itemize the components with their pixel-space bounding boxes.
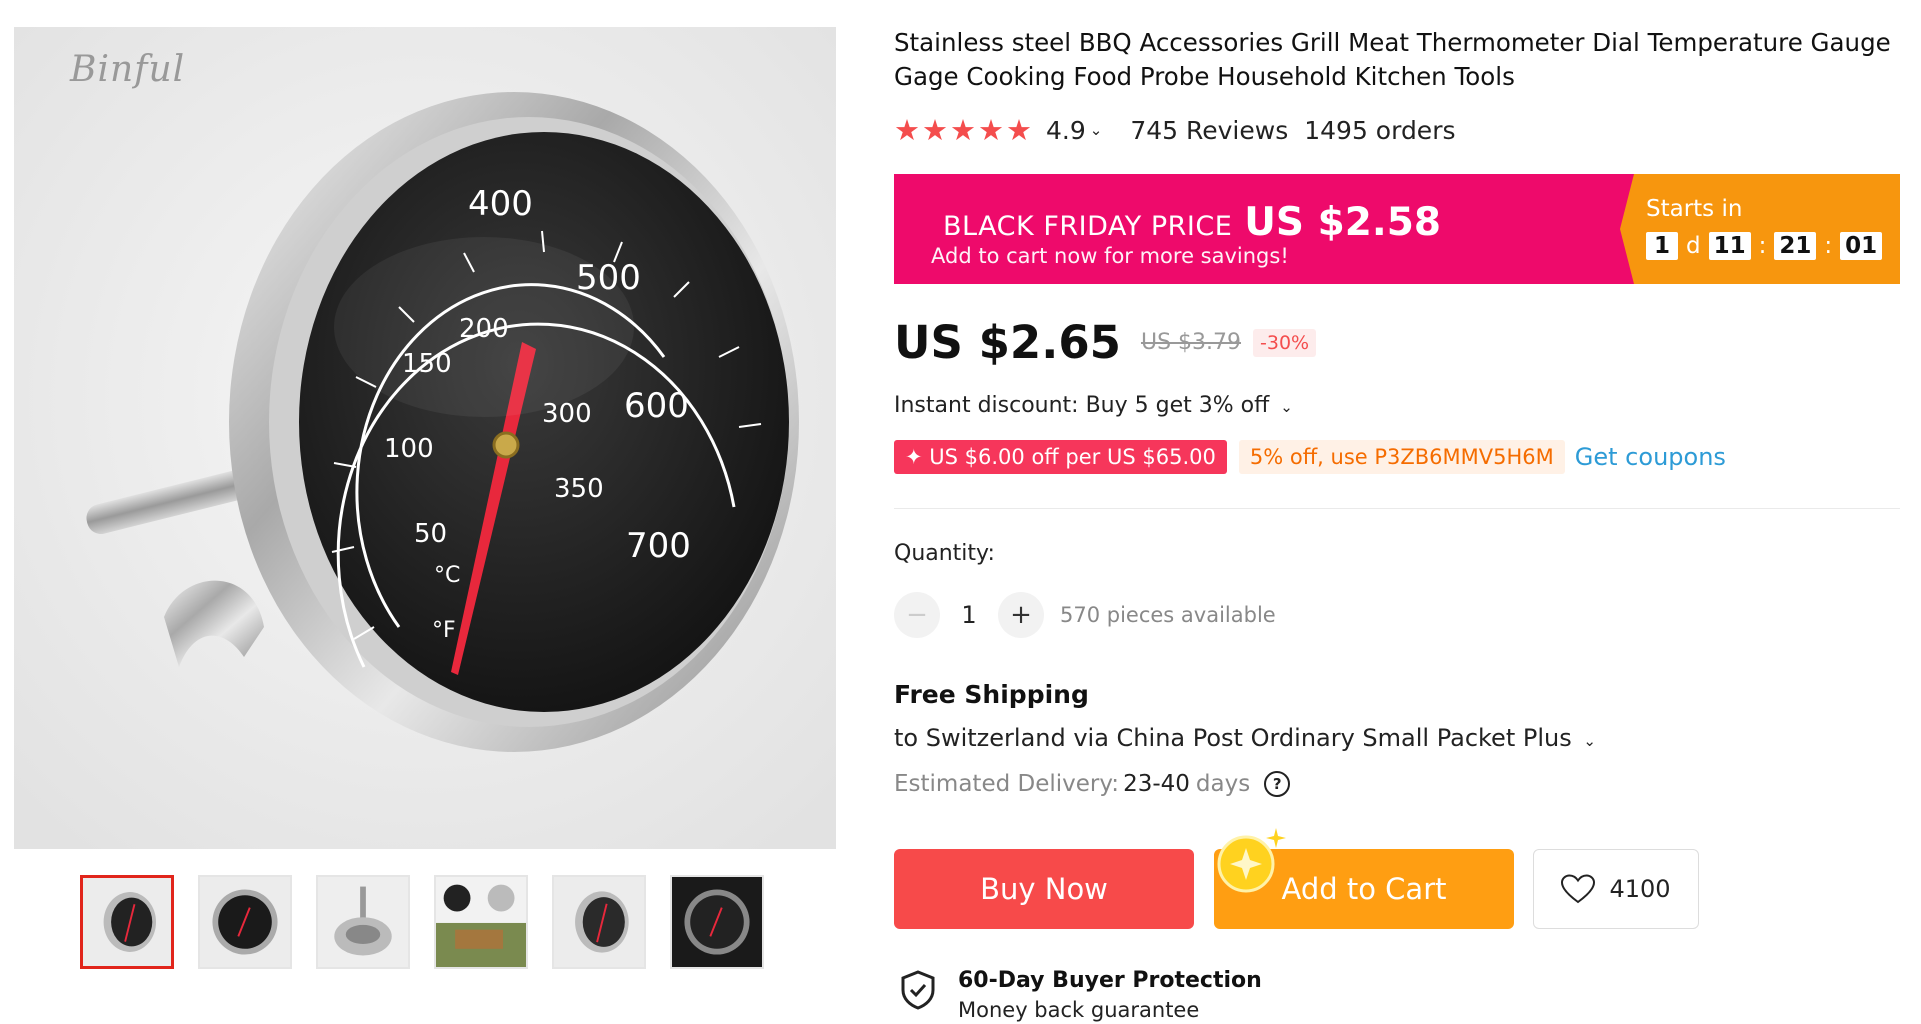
buy-now-button[interactable]: Buy Now bbox=[894, 849, 1194, 929]
quantity-decrease-button[interactable]: − bbox=[894, 592, 940, 638]
delivery-range: 23-40 bbox=[1123, 771, 1190, 797]
chevron-down-icon[interactable]: ⌄ bbox=[1090, 121, 1103, 139]
instant-discount-text: Instant discount: Buy 5 get 3% off bbox=[894, 393, 1270, 418]
current-price: US $2.65 bbox=[894, 316, 1121, 369]
svg-text:400: 400 bbox=[468, 184, 533, 224]
countdown-seconds: 01 bbox=[1840, 232, 1883, 260]
estimated-delivery: Estimated Delivery: 23-40 days ? bbox=[894, 771, 1291, 797]
delivery-label: Estimated Delivery: bbox=[894, 771, 1120, 797]
delivery-unit: days bbox=[1195, 771, 1251, 797]
countdown-days-unit: d bbox=[1686, 233, 1701, 259]
svg-text:50: 50 bbox=[414, 519, 447, 549]
rating-stars: ★★★★★ bbox=[894, 113, 1034, 147]
price-row: US $2.65 US $3.79 -30% bbox=[894, 316, 1317, 369]
promo-code-coupon[interactable]: 5% off, use P3ZB6MMV5H6M bbox=[1238, 440, 1565, 474]
brand-watermark: Binful bbox=[70, 49, 186, 90]
stock-available: 570 pieces available bbox=[1060, 603, 1276, 627]
countdown-days: 1 bbox=[1646, 232, 1678, 260]
thumbnail-3[interactable] bbox=[316, 875, 410, 969]
shipping-title: Free Shipping bbox=[894, 680, 1089, 709]
heart-icon bbox=[1561, 874, 1596, 904]
buyer-protection: 60-Day Buyer Protection Money back guara… bbox=[900, 966, 1262, 1024]
thumbnail-4[interactable] bbox=[434, 875, 528, 969]
chevron-down-icon: ⌄ bbox=[1280, 398, 1293, 416]
countdown-separator: : bbox=[1758, 233, 1767, 259]
starts-in-label: Starts in bbox=[1646, 196, 1743, 222]
orders-count: 1495 orders bbox=[1304, 115, 1456, 145]
quantity-increase-button[interactable]: + bbox=[998, 592, 1044, 638]
protection-subtitle: Money back guarantee bbox=[958, 998, 1200, 1022]
svg-text:°F: °F bbox=[432, 618, 456, 643]
thumbnail-6[interactable] bbox=[670, 875, 764, 969]
svg-text:600: 600 bbox=[624, 386, 689, 426]
black-friday-subtitle: Add to cart now for more savings! bbox=[931, 244, 1289, 268]
thumbnail-5[interactable] bbox=[552, 875, 646, 969]
reviews-count[interactable]: 745 Reviews bbox=[1130, 116, 1288, 145]
instant-discount[interactable]: Instant discount: Buy 5 get 3% off ⌄ bbox=[894, 393, 1293, 418]
svg-text:350: 350 bbox=[554, 474, 604, 504]
wishlist-count: 4100 bbox=[1609, 875, 1671, 903]
svg-text:700: 700 bbox=[626, 526, 691, 566]
quantity-value[interactable]: 1 bbox=[940, 601, 998, 629]
get-coupons-link[interactable]: Get coupons bbox=[1575, 443, 1726, 471]
chevron-down-icon: ⌄ bbox=[1583, 732, 1596, 750]
shipping-route-text: to Switzerland via China Post Ordinary S… bbox=[894, 724, 1572, 752]
store-coupon[interactable]: ✦ US $6.00 off per US $65.00 bbox=[894, 440, 1227, 474]
svg-text:°C: °C bbox=[434, 563, 460, 588]
product-title: Stainless steel BBQ Accessories Grill Me… bbox=[894, 28, 1891, 91]
sparkle-icon bbox=[1217, 828, 1286, 893]
rating-row: ★★★★★ 4.9 ⌄ 745 Reviews 1495 orders bbox=[894, 113, 1456, 147]
svg-text:100: 100 bbox=[384, 434, 434, 464]
countdown-minutes: 21 bbox=[1774, 232, 1817, 260]
main-product-image[interactable]: 400 500 600 700 200 150 100 50 300 350 °… bbox=[14, 27, 836, 849]
protection-title: 60-Day Buyer Protection bbox=[958, 968, 1262, 993]
discount-badge: -30% bbox=[1253, 328, 1317, 357]
rating-value[interactable]: 4.9 bbox=[1046, 116, 1086, 145]
countdown-panel: Starts in 1 d 11 : 21 : 01 bbox=[1620, 174, 1900, 284]
black-friday-banner: BLACK FRIDAY PRICE US $2.58 Add to cart … bbox=[894, 174, 1900, 284]
shield-check-icon bbox=[901, 970, 935, 1010]
countdown-timer: 1 d 11 : 21 : 01 bbox=[1646, 232, 1883, 260]
thumbnail-2[interactable] bbox=[198, 875, 292, 969]
shipping-method[interactable]: to Switzerland via China Post Ordinary S… bbox=[894, 724, 1596, 752]
black-friday-price: US $2.58 bbox=[1244, 200, 1441, 245]
coupon-row: ✦ US $6.00 off per US $65.00 5% off, use… bbox=[894, 440, 1726, 474]
quantity-stepper: − 1 + 570 pieces available bbox=[894, 592, 1276, 638]
thumbnail-1[interactable] bbox=[80, 875, 174, 969]
quantity-label: Quantity: bbox=[894, 541, 995, 566]
countdown-hours: 11 bbox=[1708, 232, 1751, 260]
help-icon[interactable]: ? bbox=[1264, 771, 1291, 797]
countdown-separator: : bbox=[1824, 233, 1833, 259]
black-friday-label: BLACK FRIDAY PRICE bbox=[943, 211, 1233, 242]
divider bbox=[894, 508, 1900, 509]
wishlist-button[interactable]: 4100 bbox=[1533, 849, 1699, 929]
original-price: US $3.79 bbox=[1140, 330, 1242, 355]
